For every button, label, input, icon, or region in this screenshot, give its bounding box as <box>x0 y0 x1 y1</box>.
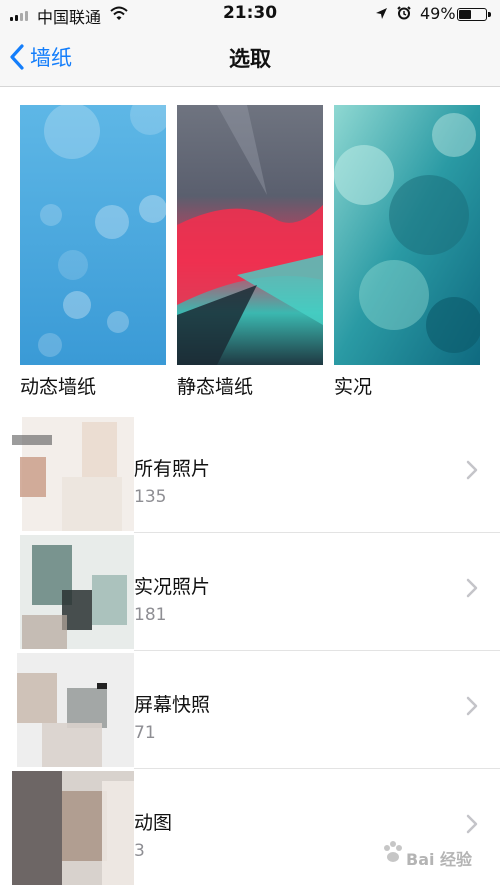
navigation-bar: 墙纸 选取 <box>0 30 500 87</box>
chevron-right-icon <box>466 814 478 834</box>
album-count: 181 <box>134 605 167 625</box>
dynamic-wallpaper-label: 动态墙纸 <box>20 376 97 398</box>
album-count: 3 <box>134 841 145 861</box>
dynamic-wallpaper-thumbnail[interactable] <box>20 105 166 365</box>
alarm-icon <box>397 6 411 20</box>
paw-icon <box>384 841 402 862</box>
chevron-right-icon <box>466 578 478 598</box>
album-thumbnail <box>20 535 134 649</box>
chevron-right-icon <box>466 696 478 716</box>
album-name: 所有照片 <box>134 458 211 480</box>
baidu-watermark: Bai 经验 <box>380 834 495 879</box>
static-wallpaper-thumbnail[interactable] <box>177 105 323 365</box>
chevron-right-icon <box>466 460 478 480</box>
live-wallpaper-thumbnail[interactable] <box>334 105 480 365</box>
album-row-all-photos[interactable]: 所有照片 135 <box>0 415 500 533</box>
album-name: 动图 <box>134 812 173 834</box>
album-count: 71 <box>134 723 156 743</box>
album-thumbnail <box>17 653 134 767</box>
album-thumbnail <box>12 771 134 885</box>
static-wallpaper-label: 静态墙纸 <box>177 376 254 398</box>
album-name: 屏幕快照 <box>134 694 211 716</box>
album-row-live-photos[interactable]: 实况照片 181 <box>0 533 500 651</box>
live-wallpaper-label: 实况 <box>334 376 373 398</box>
album-thumbnail <box>12 417 134 531</box>
watermark-text: Bai 经验 <box>406 850 473 869</box>
battery-icon <box>457 8 491 21</box>
battery-percent: 49% <box>420 4 456 23</box>
status-bar: 中国联通 21:30 49% <box>0 0 500 30</box>
location-icon <box>376 8 387 19</box>
album-name: 实况照片 <box>134 576 211 598</box>
album-count: 135 <box>134 487 167 507</box>
album-row-screenshots[interactable]: 屏幕快照 71 <box>0 651 500 769</box>
page-title: 选取 <box>229 47 271 71</box>
